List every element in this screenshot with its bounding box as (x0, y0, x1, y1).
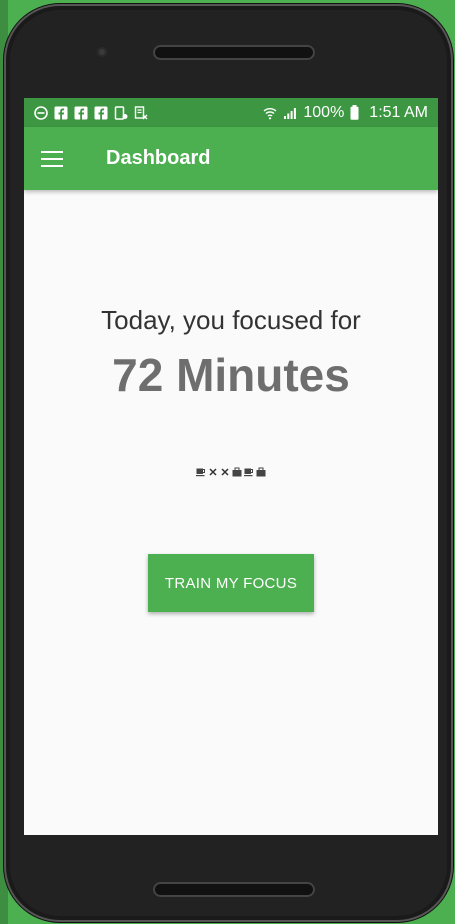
battery-percent: 100% (303, 103, 345, 121)
facebook-icon (54, 106, 68, 120)
system-icons: 100% 1:51 AM (263, 104, 428, 122)
status-bar: 100% 1:51 AM (24, 98, 438, 127)
notification-icons (34, 105, 148, 120)
do-not-disturb-icon (34, 105, 48, 120)
hamburger-icon (41, 150, 63, 167)
tablet-notification-icon (114, 105, 128, 120)
battery-icon (350, 105, 359, 120)
signal-icon (283, 106, 297, 120)
cross-icon (208, 467, 218, 477)
page-title: Dashboard (106, 147, 211, 169)
menu-button[interactable] (24, 131, 80, 187)
bottom-speaker (153, 882, 315, 897)
briefcase-icon (256, 467, 266, 477)
screen: 100% 1:51 AM Dashboard Today, you focuse… (24, 98, 438, 835)
facebook-icon (74, 106, 88, 120)
cross-icon (220, 467, 230, 477)
dashboard-content: Today, you focused for 72 Minutes TRAIN … (24, 190, 438, 835)
facebook-icon (94, 106, 108, 120)
wifi-icon (263, 106, 277, 120)
app-bar: Dashboard (24, 127, 438, 190)
coffee-icon (244, 467, 254, 477)
focus-headline: Today, you focused for (101, 305, 361, 335)
briefcase-icon (232, 467, 242, 477)
focus-history (24, 466, 438, 478)
clock: 1:51 AM (369, 103, 428, 121)
coffee-icon (196, 467, 206, 477)
focus-minutes: 72 Minutes (112, 349, 350, 401)
train-focus-button[interactable]: TRAIN MY FOCUS (148, 554, 314, 612)
news-icon (134, 105, 148, 120)
front-camera (97, 47, 107, 57)
earpiece-speaker (153, 45, 315, 60)
